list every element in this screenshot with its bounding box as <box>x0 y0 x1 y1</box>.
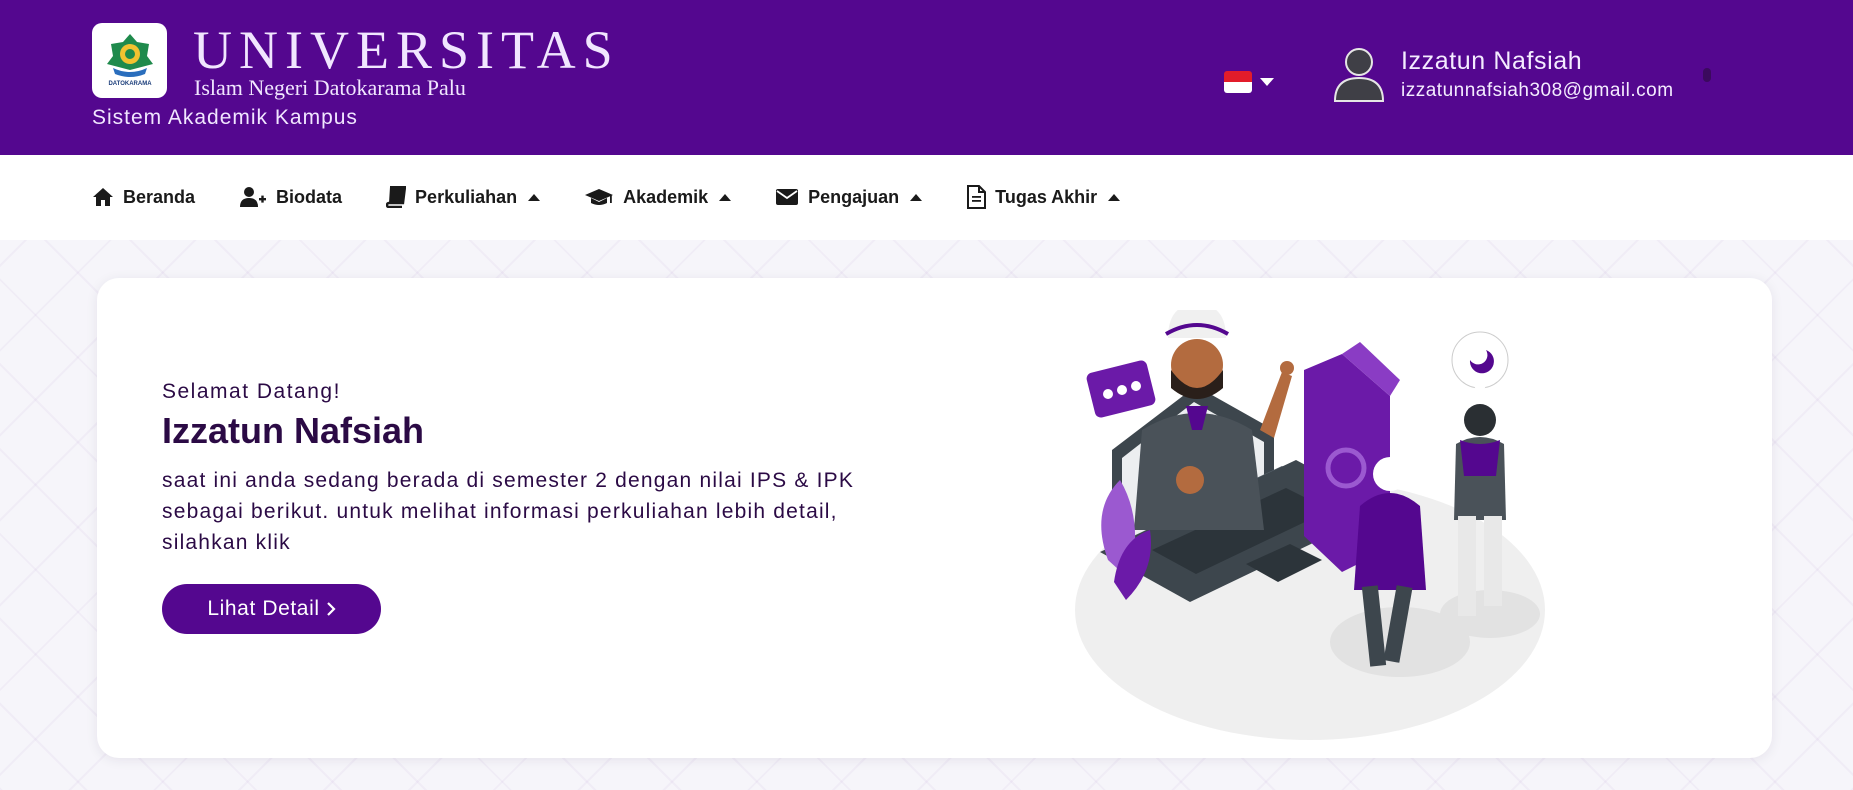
home-icon <box>93 188 113 206</box>
nav-label: Beranda <box>123 186 196 207</box>
nav-item-akademik[interactable]: Akademik <box>584 186 732 208</box>
view-detail-button[interactable]: Lihat Detail <box>162 584 381 634</box>
language-selector[interactable] <box>1224 71 1274 93</box>
user-info: Izzatun Nafsiah izzatunnafsiah308@gmail.… <box>1401 46 1674 102</box>
welcome-user-name: Izzatun Nafsiah <box>162 410 425 451</box>
welcome-greeting: Selamat Datang! <box>162 380 341 403</box>
user-avatar-icon <box>1333 48 1385 102</box>
top-header: DATOKARAMA UNIVERSITAS Islam Negeri Dato… <box>0 0 1853 155</box>
brand-subtitle: Islam Negeri Datokarama Palu <box>194 75 466 100</box>
nav-item-perkuliahan[interactable]: Perkuliahan <box>386 186 541 208</box>
chevron-right-icon <box>326 602 336 616</box>
caret-up-icon <box>528 193 541 201</box>
menu-handle-icon[interactable] <box>1703 68 1711 82</box>
nav-label: Perkuliahan <box>415 186 518 207</box>
nav-label: Biodata <box>276 186 343 207</box>
nav-label: Akademik <box>623 186 709 207</box>
nav-label: Pengajuan <box>808 186 900 207</box>
main-navigation-bar: Beranda Biodata Perkuliahan Akademik Pen… <box>0 155 1853 240</box>
document-icon <box>967 185 987 209</box>
brand-title: UNIVERSITAS <box>193 20 620 80</box>
graduation-cap-icon <box>585 189 614 205</box>
envelope-icon <box>776 189 799 205</box>
caret-up-icon <box>719 193 732 201</box>
nav-item-pengajuan[interactable]: Pengajuan <box>775 186 923 208</box>
nav-item-biodata[interactable]: Biodata <box>239 186 342 208</box>
welcome-description: saat ini anda sedang berada di semester … <box>162 469 855 554</box>
nav-item-beranda[interactable]: Beranda <box>92 187 195 208</box>
university-logo[interactable]: DATOKARAMA <box>92 23 167 98</box>
user-email: izzatunnafsiah308@gmail.com <box>1401 80 1674 101</box>
online-learning-illustration <box>1075 310 1545 740</box>
app-name: Sistem Akademik Kampus <box>92 106 358 129</box>
user-plus-icon <box>240 187 267 207</box>
caret-down-icon <box>1260 78 1274 86</box>
svg-text:DATOKARAMA: DATOKARAMA <box>108 81 152 87</box>
main-nav: Beranda Biodata Perkuliahan Akademik Pen… <box>92 185 1164 209</box>
user-menu[interactable]: Izzatun Nafsiah izzatunnafsiah308@gmail.… <box>1333 46 1674 102</box>
nav-item-tugas-akhir[interactable]: Tugas Akhir <box>966 185 1121 209</box>
book-icon <box>386 186 407 208</box>
user-name: Izzatun Nafsiah <box>1401 47 1583 75</box>
view-detail-label: Lihat Detail <box>207 597 320 620</box>
caret-up-icon <box>1108 193 1121 201</box>
caret-up-icon <box>910 193 923 201</box>
nav-label: Tugas Akhir <box>995 186 1098 207</box>
indonesia-flag-icon <box>1224 71 1252 93</box>
logo-emblem-icon: DATOKARAMA <box>106 33 153 87</box>
